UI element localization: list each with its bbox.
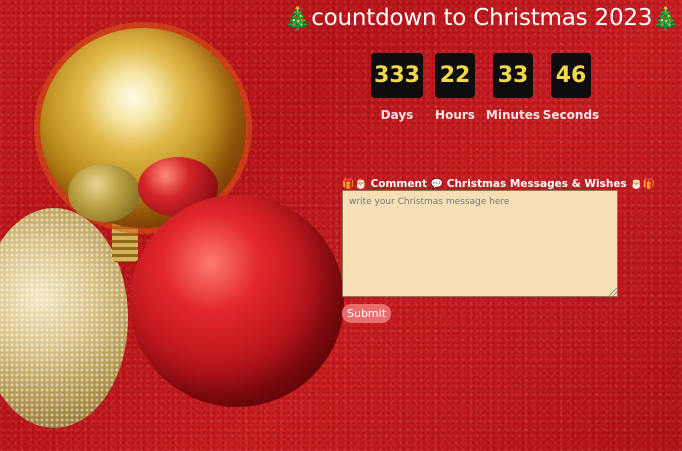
red-ornament — [130, 195, 344, 407]
small-gold-ornament — [68, 164, 140, 222]
countdown-seconds: 46 Seconds — [542, 53, 600, 122]
santa-icon: 🎅 — [630, 179, 643, 190]
seconds-label: Seconds — [542, 108, 600, 122]
comment-heading-label: Comment — [370, 178, 427, 190]
christmas-tree-icon: 🎄 — [652, 7, 680, 32]
page-title-text: countdown to Christmas 2023 — [311, 5, 653, 31]
countdown-minutes: 33 Minutes — [484, 53, 542, 122]
christmas-ornaments-background — [0, 0, 360, 451]
gold-glitter-ornament — [0, 208, 128, 428]
hours-value: 22 — [435, 53, 475, 98]
textarea-resize-handle[interactable] — [609, 288, 617, 296]
ornament-cap — [112, 222, 138, 262]
seconds-value: 46 — [551, 53, 591, 98]
hours-label: Hours — [435, 108, 475, 122]
gift-icon: 🎁 — [642, 179, 656, 190]
gift-icon: 🎁 — [342, 179, 355, 190]
christmas-message-input[interactable] — [342, 190, 618, 297]
minutes-value: 33 — [493, 53, 533, 98]
messages-heading-label: Christmas Messages & Wishes — [446, 178, 627, 190]
countdown-days: 333 Days — [368, 53, 426, 122]
countdown-hours: 22 Hours — [426, 53, 484, 122]
speech-bubble-icon: 💬 — [430, 179, 444, 190]
minutes-label: Minutes — [485, 108, 541, 122]
christmas-tree-icon: 🎄 — [284, 7, 312, 32]
submit-button[interactable]: Submit — [342, 304, 392, 323]
page-title: 🎄countdown to Christmas 2023🎄 — [284, 2, 680, 36]
days-label: Days — [380, 108, 414, 122]
days-value: 333 — [371, 53, 423, 98]
countdown-timer: 333 Days 22 Hours 33 Minutes 46 Seconds — [368, 53, 600, 122]
santa-icon: 🎅 — [354, 179, 367, 190]
comment-heading: 🎁🎅 Comment 💬 Christmas Messages & Wishes… — [342, 178, 655, 190]
